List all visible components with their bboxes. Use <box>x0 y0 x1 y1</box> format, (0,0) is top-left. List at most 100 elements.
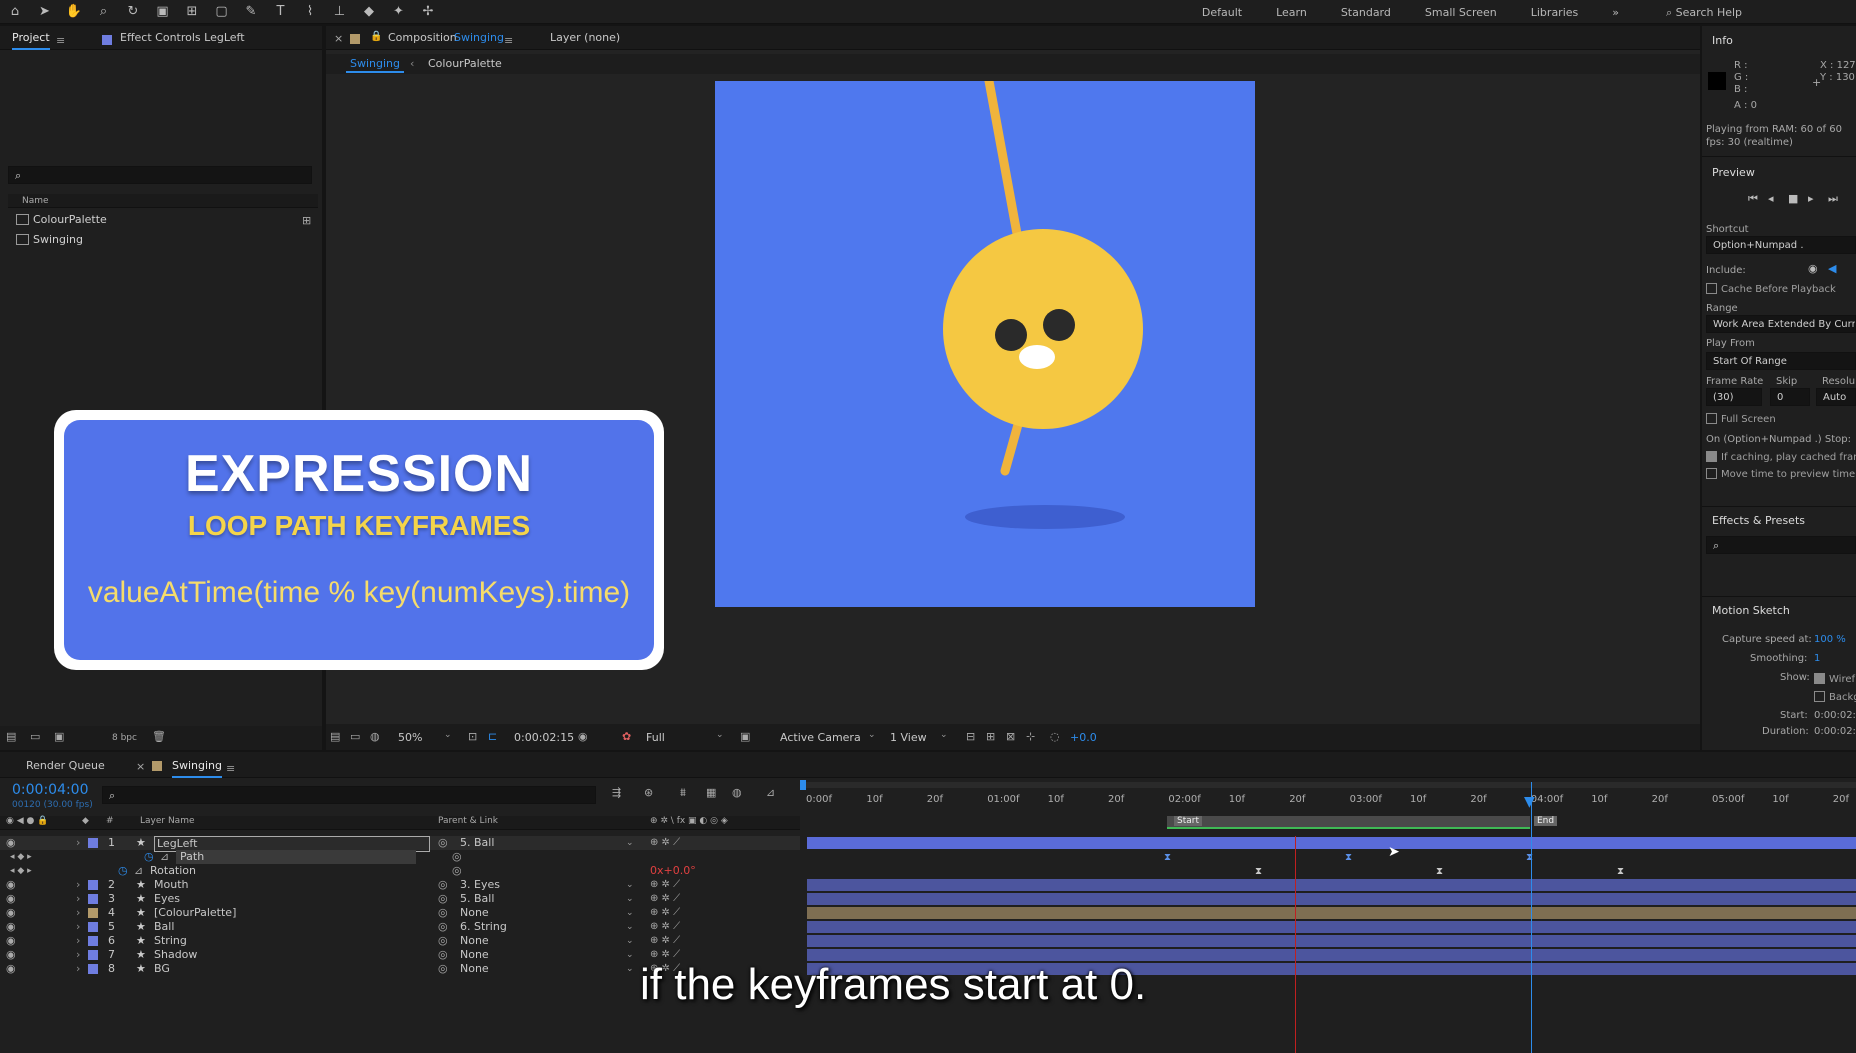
graph-icon[interactable]: ⊿ <box>160 850 169 864</box>
layer-name[interactable]: [ColourPalette] <box>154 906 236 920</box>
first-frame-icon[interactable]: ⏮ <box>1748 192 1758 206</box>
snapshot-icon[interactable]: ◉ <box>578 730 588 743</box>
layer-switches[interactable]: ⊕ ✲ ⟋ <box>650 920 680 934</box>
timeline-link-icon[interactable]: ⊠ <box>1006 730 1015 743</box>
expand-arrow-icon[interactable]: › <box>76 906 80 920</box>
column-name[interactable]: Name <box>22 196 49 206</box>
property-name[interactable]: Path <box>176 850 416 864</box>
composition-tab-label[interactable]: Composition <box>388 28 457 48</box>
preview-panel-title[interactable]: Preview <box>1712 166 1755 179</box>
visibility-eye-icon[interactable]: ◉ <box>6 906 16 920</box>
rotate-tool-icon[interactable]: ↻ <box>124 3 142 21</box>
layer-label-swatch[interactable] <box>88 894 98 904</box>
camera-tool-icon[interactable]: ▣ <box>154 3 172 21</box>
tab-render-queue[interactable]: Render Queue <box>26 756 105 776</box>
panel-menu-icon[interactable]: ≡ <box>504 34 513 47</box>
flowchart-icon[interactable]: ⊹ <box>1026 730 1035 743</box>
expand-arrow-icon[interactable]: › <box>76 920 80 934</box>
views-dropdown[interactable]: 1 View <box>890 731 927 744</box>
expand-arrow-icon[interactable]: › <box>76 878 80 892</box>
roto-brush-tool-icon[interactable]: ✦ <box>390 3 408 21</box>
hand-tool-icon[interactable]: ✋ <box>65 3 83 21</box>
project-item-swinging[interactable]: Swinging <box>16 232 83 248</box>
brush-tool-icon[interactable]: ⌇ <box>301 3 319 21</box>
chevron-down-icon[interactable]: ⌄ <box>626 878 634 892</box>
layer-switches[interactable]: ⊕ ✲ ⟋ <box>650 836 680 850</box>
composition-viewer[interactable] <box>715 81 1255 607</box>
fit-icon[interactable]: ⊡ <box>468 730 477 743</box>
close-tab-icon[interactable]: × <box>136 760 145 773</box>
tab-project[interactable]: Project <box>12 28 50 50</box>
flowchart-icon[interactable]: ⊞ <box>302 214 311 227</box>
rotation-value[interactable]: 0x+0.0° <box>650 864 696 878</box>
visibility-eye-icon[interactable]: ◉ <box>6 934 16 948</box>
breadcrumb-swinging[interactable]: Swinging <box>346 57 404 73</box>
smoothing-value[interactable]: 1 <box>1814 653 1820 664</box>
exposure-value[interactable]: +0.0 <box>1070 731 1097 744</box>
parent-dropdown[interactable]: 5. Ball <box>460 892 494 906</box>
pickwhip-icon[interactable]: ◎ <box>438 962 448 976</box>
zoom-dropdown[interactable]: 50% <box>398 731 422 744</box>
chevron-down-icon[interactable]: ⌄ <box>868 730 876 740</box>
puppet-pin-tool-icon[interactable]: ✢ <box>419 3 437 21</box>
clone-stamp-tool-icon[interactable]: ⊥ <box>331 3 349 21</box>
playhead-line[interactable] <box>1531 782 1532 1053</box>
effects-presets-title[interactable]: Effects & Presets <box>1712 514 1805 527</box>
layer-row[interactable]: ◂ ◆ ▸ ◷ ⊿ Rotation ◎ 0x+0.0° <box>0 864 800 878</box>
workspace-learn[interactable]: Learn <box>1259 0 1324 24</box>
cache-before-playback-checkbox[interactable]: Cache Before Playback <box>1706 282 1836 295</box>
parent-dropdown[interactable]: None <box>460 948 489 962</box>
frame-blending-icon[interactable]: ▦ <box>706 786 716 799</box>
stopwatch-icon[interactable]: ◷ <box>144 850 154 864</box>
pan-behind-tool-icon[interactable]: ⊞ <box>183 3 201 21</box>
visibility-eye-icon[interactable]: ◉ <box>6 836 16 850</box>
breadcrumb-colourpalette[interactable]: ColourPalette <box>428 57 502 70</box>
chevron-down-icon[interactable]: ⌄ <box>626 892 634 906</box>
graph-icon[interactable]: ⊿ <box>134 864 143 878</box>
layer-duration-bar[interactable] <box>807 837 1856 849</box>
move-time-checkbox[interactable]: Move time to preview time <box>1706 467 1855 480</box>
layer-label-swatch[interactable] <box>88 922 98 932</box>
visibility-eye-icon[interactable]: ◉ <box>6 948 16 962</box>
interpret-footage-icon[interactable]: ▤ <box>6 730 16 743</box>
motion-sketch-title[interactable]: Motion Sketch <box>1712 604 1790 617</box>
layer-duration-bar[interactable] <box>807 921 1856 933</box>
close-tab-icon[interactable]: × <box>334 32 343 45</box>
workspace-small-screen[interactable]: Small Screen <box>1408 0 1514 24</box>
pickwhip-icon[interactable]: ◎ <box>438 920 448 934</box>
new-folder-icon[interactable]: ▭ <box>30 730 40 743</box>
always-preview-icon[interactable]: ▤ <box>330 730 340 743</box>
resolution-dropdown[interactable]: Full <box>646 731 665 744</box>
layer-duration-bar[interactable] <box>807 879 1856 891</box>
camera-dropdown[interactable]: Active Camera <box>780 731 861 744</box>
frame-rate-dropdown[interactable]: (30) <box>1706 388 1762 406</box>
composition-mini-flowchart-icon[interactable]: ⇶ <box>612 786 621 799</box>
parent-dropdown[interactable]: None <box>460 934 489 948</box>
chevron-down-icon[interactable]: ⌄ <box>444 730 452 740</box>
project-search-input[interactable]: ⌕ <box>8 166 312 184</box>
layer-row[interactable]: ◉ › 6 ★ String ◎ None ⌄ ⊕ ✲ ⟋ <box>0 934 800 948</box>
delete-icon[interactable]: 🗑 <box>152 730 166 743</box>
tab-effect-controls[interactable]: Effect Controls LegLeft <box>120 28 245 48</box>
pickwhip-icon[interactable]: ◎ <box>438 906 448 920</box>
chevron-down-icon[interactable]: ⌄ <box>626 962 634 976</box>
layer-row[interactable]: ◉ › 5 ★ Ball ◎ 6. String ⌄ ⊕ ✲ ⟋ <box>0 920 800 934</box>
expand-arrow-icon[interactable]: › <box>76 948 80 962</box>
time-ruler[interactable] <box>800 780 1856 816</box>
pickwhip-icon[interactable]: ◎ <box>438 892 448 906</box>
full-screen-checkbox[interactable]: Full Screen <box>1706 412 1776 425</box>
pickwhip-icon[interactable]: ◎ <box>438 836 448 850</box>
capture-speed-value[interactable]: 100 % <box>1814 634 1846 645</box>
chevron-down-icon[interactable]: ⌄ <box>626 906 634 920</box>
pickwhip-icon[interactable]: ◎ <box>438 934 448 948</box>
next-frame-icon[interactable]: ▸ <box>1808 192 1814 205</box>
timeline-search-input[interactable]: ⌕ <box>102 786 596 804</box>
layer-duration-bar[interactable] <box>807 935 1856 947</box>
layer-row[interactable]: ◂ ◆ ▸ ◷ ⊿ Path ◎ <box>0 850 800 864</box>
layer-label-swatch[interactable] <box>88 936 98 946</box>
layer-name[interactable]: Mouth <box>154 878 188 892</box>
parent-dropdown[interactable]: 6. String <box>460 920 507 934</box>
motion-blur-icon[interactable]: ◍ <box>732 786 742 799</box>
visibility-eye-icon[interactable]: ◉ <box>6 892 16 906</box>
chevron-down-icon[interactable]: ⌄ <box>940 730 948 740</box>
